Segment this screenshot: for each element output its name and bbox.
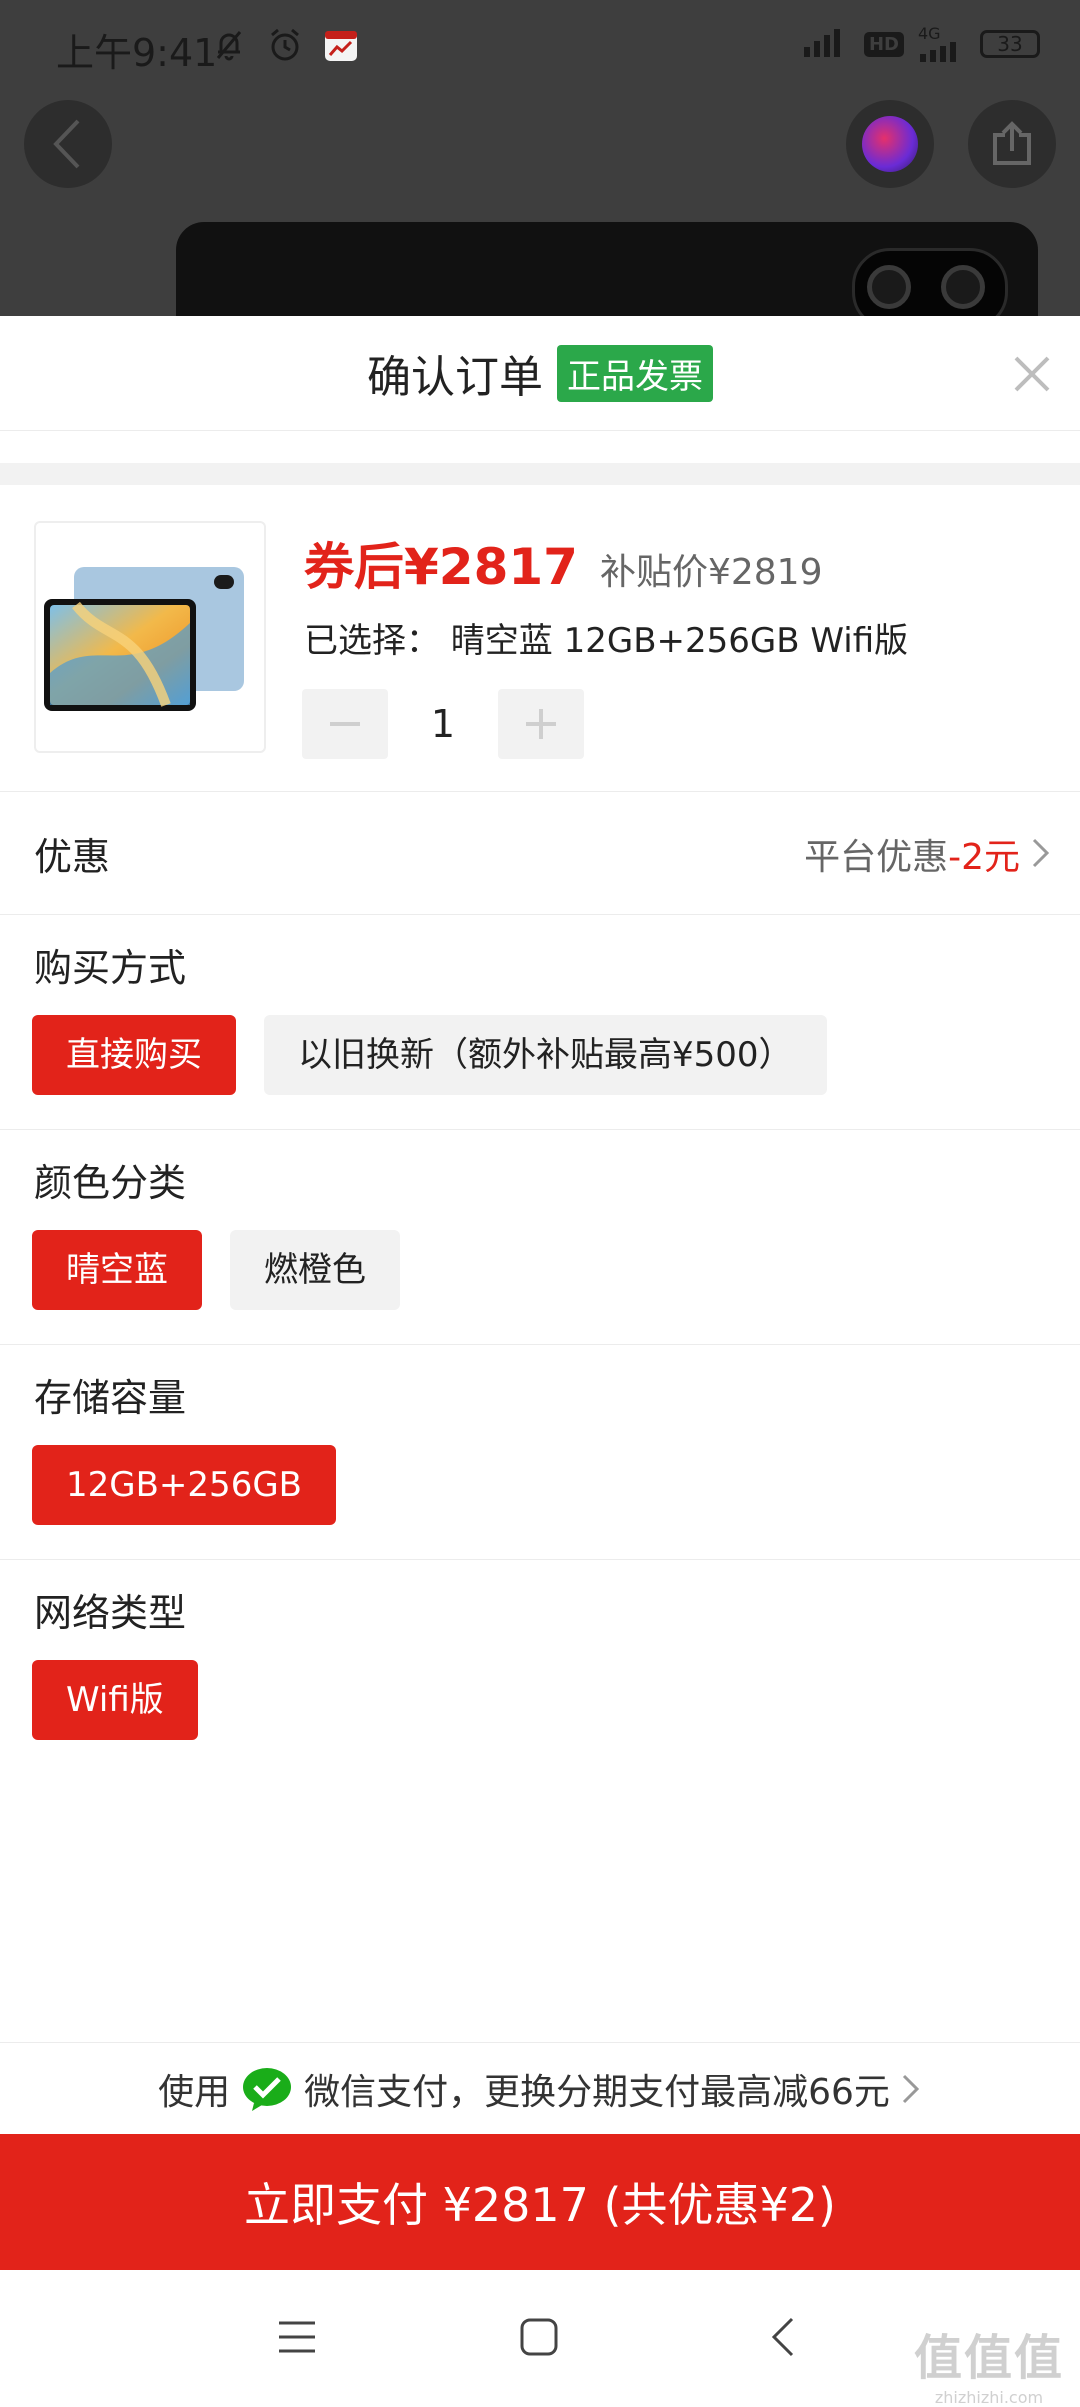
avatar — [862, 116, 918, 172]
section-title-purchase: 购买方式 — [34, 946, 187, 990]
minus-icon — [330, 722, 360, 726]
quantity-value[interactable]: 1 — [388, 702, 498, 746]
payment-method-tip[interactable]: 使用 微信支付，更换分期支付最高减66元 — [0, 2042, 1080, 2135]
sheet-title: 确认订单 — [367, 352, 543, 403]
calendar-app-icon — [322, 26, 360, 64]
pay-now-button[interactable]: 立即支付 ¥2817 (共优惠¥2) — [0, 2134, 1080, 2270]
discount-amount: -2元 — [948, 837, 1020, 878]
network-section: 网络类型 Wifi版 — [0, 1560, 1080, 1774]
storage-section: 存储容量 12GB+256GB — [0, 1345, 1080, 1560]
battery-indicator: 33 — [980, 30, 1040, 58]
alarm-icon — [266, 26, 304, 64]
discount-type: 平台优惠 — [804, 837, 949, 878]
purchase-method-section: 购买方式 直接购买 以旧换新（额外补贴最高¥500） — [0, 915, 1080, 1130]
option-storage-12-256[interactable]: 12GB+256GB — [32, 1445, 336, 1525]
sheet-header: 确认订单 正品发票 — [0, 316, 1080, 431]
option-network-wifi[interactable]: Wifi版 — [32, 1660, 198, 1740]
subsidy-price: 补贴价¥2819 — [599, 552, 823, 593]
watermark: 值值值 zhizhizhi.com — [914, 2318, 1064, 2407]
section-divider — [0, 463, 1080, 485]
product-thumbnail[interactable] — [34, 521, 266, 753]
background-page: 上午9:41 HD 4G 33 — [0, 0, 1080, 330]
section-title-storage: 存储容量 — [34, 1376, 187, 1420]
section-title-color: 颜色分类 — [34, 1161, 187, 1205]
wechat-pay-icon — [243, 2068, 292, 2111]
hd-badge: HD — [863, 31, 904, 57]
invoice-badge: 正品发票 — [557, 344, 713, 402]
quantity-stepper: 1 — [302, 689, 584, 759]
home-button[interactable] — [514, 2312, 564, 2362]
plus-icon — [526, 709, 556, 739]
discount-row[interactable]: 优惠 平台优惠-2元 — [0, 792, 1080, 915]
share-button[interactable] — [968, 100, 1056, 188]
close-icon[interactable] — [1010, 352, 1054, 396]
payment-tip-prefix: 使用 — [158, 2072, 231, 2113]
back-icon — [53, 119, 80, 169]
avatar-button[interactable] — [846, 100, 934, 188]
signal-icon — [802, 27, 850, 61]
menu-button[interactable] — [272, 2312, 322, 2362]
bell-off-icon — [210, 26, 248, 64]
network-type: 4G — [918, 24, 941, 43]
status-bar: 上午9:41 HD 4G 33 — [0, 0, 1080, 96]
coupon-price: 券后¥2817 — [304, 538, 578, 596]
chevron-right-icon — [902, 2074, 920, 2104]
share-icon — [993, 121, 1031, 165]
back-icon — [771, 2317, 794, 2357]
option-trade-in[interactable]: 以旧换新（额外补贴最高¥500） — [264, 1015, 827, 1095]
decrease-quantity-button[interactable] — [302, 689, 388, 759]
option-color-orange[interactable]: 燃橙色 — [230, 1230, 400, 1310]
home-icon — [520, 2318, 558, 2356]
signal-icon-secondary — [920, 42, 956, 62]
product-summary: 券后¥2817 补贴价¥2819 已选择： 晴空蓝 12GB+256GB Wif… — [0, 485, 1080, 792]
nav-back-button[interactable] — [758, 2312, 808, 2362]
status-time: 上午9:41 — [56, 31, 218, 75]
payment-tip-text: 微信支付，更换分期支付最高减66元 — [304, 2072, 890, 2113]
menu-icon — [279, 2321, 315, 2353]
discount-label: 优惠 — [34, 835, 111, 879]
watermark-url: zhizhizhi.com — [934, 2388, 1044, 2407]
option-direct-buy[interactable]: 直接购买 — [32, 1015, 236, 1095]
option-color-sky-blue[interactable]: 晴空蓝 — [32, 1230, 202, 1310]
selected-spec: 已选择： 晴空蓝 12GB+256GB Wifi版 — [304, 621, 909, 661]
color-section: 颜色分类 晴空蓝 燃橙色 — [0, 1130, 1080, 1345]
chevron-right-icon — [1032, 838, 1050, 868]
watermark-logo: 值值值 — [913, 2330, 1064, 2386]
order-sheet: 确认订单 正品发票 券后¥2817 补贴价¥2819 已选择： 晴空蓝 12GB… — [0, 316, 1080, 2272]
back-button[interactable] — [24, 100, 112, 188]
section-title-network: 网络类型 — [34, 1591, 187, 1635]
increase-quantity-button[interactable] — [498, 689, 584, 759]
